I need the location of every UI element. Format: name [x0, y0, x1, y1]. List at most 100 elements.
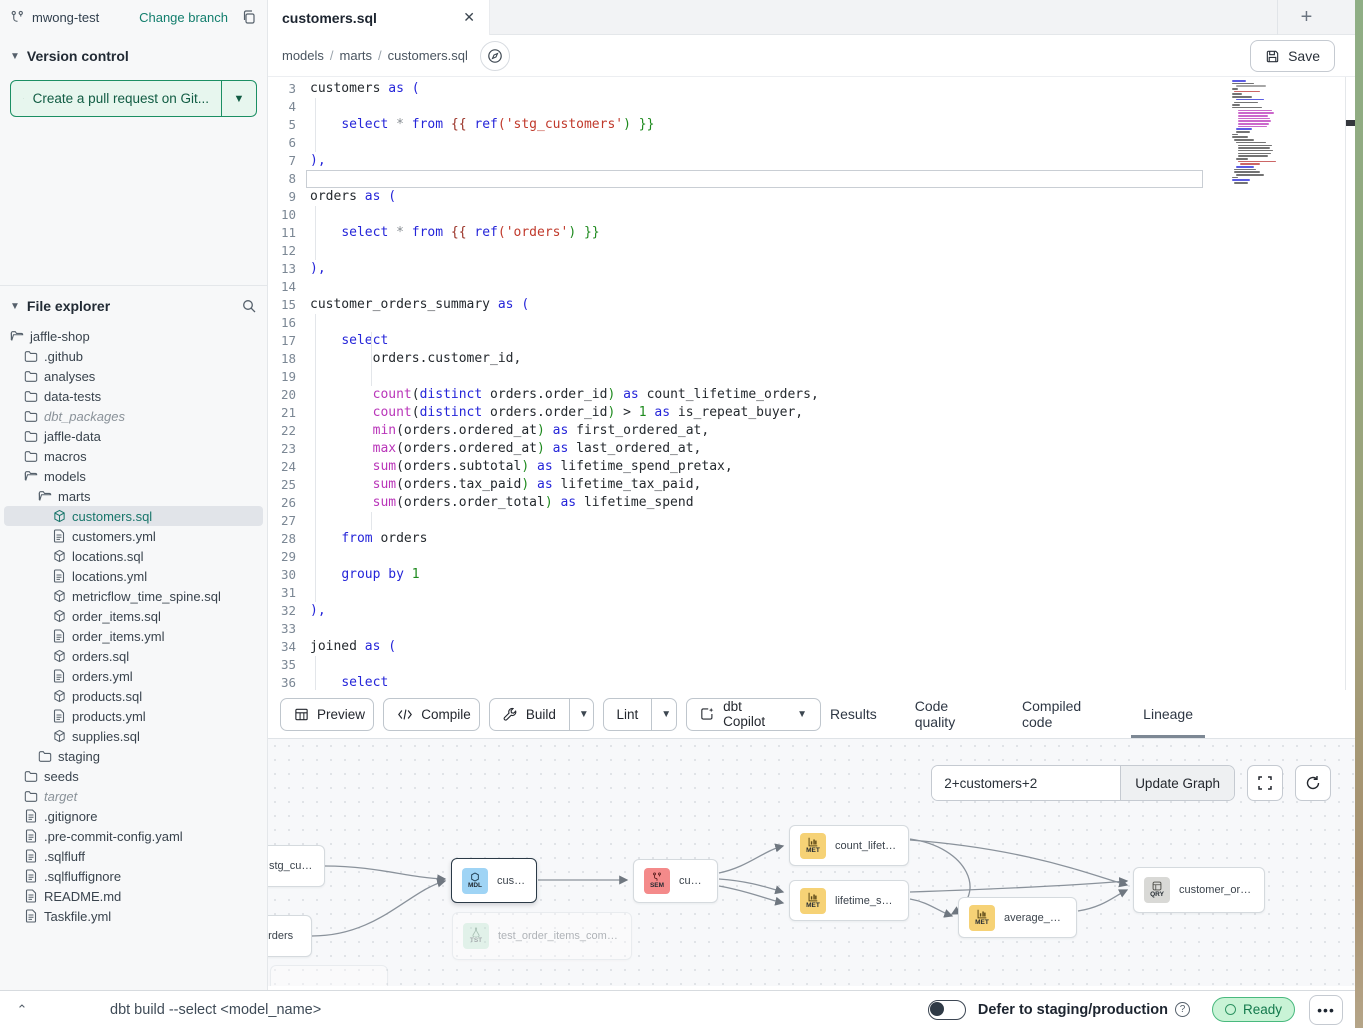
breadcrumb-marts[interactable]: marts — [340, 48, 373, 63]
file-tree-item-locations.yml[interactable]: locations.yml — [4, 566, 263, 586]
code-editor[interactable]: 3customers as (45 select * from {{ ref('… — [268, 77, 1345, 690]
file-tree-item-Taskfile.yml[interactable]: Taskfile.yml — [4, 906, 263, 926]
file-tree-item-.gitignore[interactable]: .gitignore — [4, 806, 263, 826]
file-tree-item-.github[interactable]: .github — [4, 346, 263, 366]
lineage-node-customers_mdl[interactable]: MDLcustomers — [451, 858, 537, 903]
lineage-node-lifetime_spend_pretax[interactable]: METlifetime_spend_pretax — [789, 880, 909, 921]
tab-lineage[interactable]: Lineage — [1143, 690, 1193, 738]
close-icon[interactable]: ✕ — [463, 9, 475, 26]
lint-button[interactable]: Lint ▼ — [603, 698, 678, 731]
code-line-22[interactable]: 22 min(orders.ordered_at) as first_order… — [268, 422, 1345, 440]
file-tree-item-dbt_project.yml[interactable]: dbt_project.yml — [4, 926, 263, 928]
file-tree-item-locations.sql[interactable]: locations.sql — [4, 546, 263, 566]
code-line-16[interactable]: 16 — [268, 314, 1345, 332]
code-line-18[interactable]: 18 orders.customer_id, — [268, 350, 1345, 368]
code-line-26[interactable]: 26 sum(orders.order_total) as lifetime_s… — [268, 494, 1345, 512]
editor-minimap[interactable] — [1232, 80, 1312, 185]
file-tree-item-order_items.sql[interactable]: order_items.sql — [4, 606, 263, 626]
code-line-32[interactable]: 32), — [268, 602, 1345, 620]
lineage-node-average_order_value[interactable]: METaverage_order_value — [958, 897, 1077, 938]
file-tree-item-.sqlfluffignore[interactable]: .sqlfluffignore — [4, 866, 263, 886]
collapse-panel-chevron[interactable]: ⌃ — [0, 1002, 44, 1018]
refresh-button[interactable] — [1295, 765, 1331, 801]
code-line-12[interactable]: 12 — [268, 242, 1345, 260]
file-tree-item-.pre-commit-config.yaml[interactable]: .pre-commit-config.yaml — [4, 826, 263, 846]
code-line-5[interactable]: 5 select * from {{ ref('stg_customers') … — [268, 116, 1345, 134]
file-tree-item-supplies.sql[interactable]: supplies.sql — [4, 726, 263, 746]
code-line-19[interactable]: 19 — [268, 368, 1345, 386]
code-line-3[interactable]: 3customers as ( — [268, 80, 1345, 98]
code-line-24[interactable]: 24 sum(orders.subtotal) as lifetime_spen… — [268, 458, 1345, 476]
file-tree-item-marts[interactable]: marts — [4, 486, 263, 506]
command-input[interactable]: dbt build --select <model_name> — [110, 1002, 928, 1018]
fullscreen-button[interactable] — [1247, 765, 1283, 801]
dbt-copilot-button[interactable]: dbt Copilot ▼ — [686, 698, 821, 731]
file-tree-item-.sqlfluff[interactable]: .sqlfluff — [4, 846, 263, 866]
ide-status-badge[interactable]: Ready — [1212, 997, 1295, 1022]
lint-dropdown-chevron[interactable]: ▼ — [651, 699, 677, 730]
lineage-node-faded_corner[interactable] — [270, 965, 388, 986]
code-line-13[interactable]: 13), — [268, 260, 1345, 278]
code-line-25[interactable]: 25 sum(orders.tax_paid) as lifetime_tax_… — [268, 476, 1345, 494]
lineage-node-test_node[interactable]: TSTtest_order_items_compute_to_bools... — [452, 912, 632, 960]
code-line-21[interactable]: 21 count(distinct orders.order_id) > 1 a… — [268, 404, 1345, 422]
lineage-node-customer_order_metrics[interactable]: QRYcustomer_order_metrics — [1133, 867, 1265, 913]
lineage-panel[interactable]: MDLstg_customers MDLorders MDLcustomers TST… — [268, 739, 1355, 986]
build-dropdown-chevron[interactable]: ▼ — [569, 699, 594, 730]
explore-lineage-button[interactable] — [480, 41, 510, 71]
code-line-30[interactable]: 30 group by 1 — [268, 566, 1345, 584]
lineage-node-stg_customers[interactable]: MDLstg_customers — [268, 845, 325, 887]
code-line-9[interactable]: 9orders as ( — [268, 188, 1345, 206]
code-line-8[interactable]: 8 — [268, 170, 1345, 188]
code-line-34[interactable]: 34joined as ( — [268, 638, 1345, 656]
tab-code-quality[interactable]: Code quality — [915, 690, 984, 738]
breadcrumb-models[interactable]: models — [282, 48, 324, 63]
file-tree-item-data-tests[interactable]: data-tests — [4, 386, 263, 406]
tab-results[interactable]: Results — [830, 690, 877, 738]
code-line-27[interactable]: 27 — [268, 512, 1345, 530]
file-tree-item-README.md[interactable]: README.md — [4, 886, 263, 906]
lineage-selector-input[interactable] — [932, 766, 1120, 800]
breadcrumb-file[interactable]: customers.sql — [388, 48, 468, 63]
code-line-20[interactable]: 20 count(distinct orders.order_id) as co… — [268, 386, 1345, 404]
tab-customers-sql[interactable]: customers.sql ✕ — [268, 0, 490, 35]
file-tree-item-staging[interactable]: staging — [4, 746, 263, 766]
file-tree-item-products.sql[interactable]: products.sql — [4, 686, 263, 706]
save-button[interactable]: Save — [1250, 40, 1335, 72]
more-options-button[interactable]: ••• — [1309, 995, 1343, 1025]
code-line-33[interactable]: 33 — [268, 620, 1345, 638]
file-tree-item-macros[interactable]: macros — [4, 446, 263, 466]
file-tree-item-jaffle-shop[interactable]: jaffle-shop — [4, 326, 263, 346]
file-tree-item-customers.yml[interactable]: customers.yml — [4, 526, 263, 546]
change-branch-link[interactable]: Change branch — [139, 10, 228, 25]
new-tab-button[interactable]: + — [1277, 0, 1335, 35]
code-line-31[interactable]: 31 — [268, 584, 1345, 602]
create-pr-button[interactable]: Create a pull request on Git... ▼ — [10, 80, 257, 117]
version-control-header[interactable]: ▼ Version control — [0, 34, 267, 72]
file-tree-item-products.yml[interactable]: products.yml — [4, 706, 263, 726]
file-tree-item-analyses[interactable]: analyses — [4, 366, 263, 386]
file-tree-item-target[interactable]: target — [4, 786, 263, 806]
file-tree-item-metricflow_time_spine.sql[interactable]: metricflow_time_spine.sql — [4, 586, 263, 606]
file-tree-item-order_items.yml[interactable]: order_items.yml — [4, 626, 263, 646]
file-tree-item-seeds[interactable]: seeds — [4, 766, 263, 786]
code-line-15[interactable]: 15customer_orders_summary as ( — [268, 296, 1345, 314]
pr-dropdown-chevron[interactable]: ▼ — [222, 81, 256, 116]
code-line-6[interactable]: 6 — [268, 134, 1345, 152]
editor-scrollbar[interactable] — [1345, 77, 1355, 690]
lineage-node-orders_src[interactable]: MDLorders — [268, 915, 312, 957]
file-tree-item-orders.yml[interactable]: orders.yml — [4, 666, 263, 686]
code-line-35[interactable]: 35 — [268, 656, 1345, 674]
defer-toggle[interactable] — [928, 1000, 966, 1020]
file-explorer-header[interactable]: ▼ File explorer — [0, 285, 267, 320]
compile-button[interactable]: Compile — [383, 698, 480, 731]
file-tree-item-jaffle-data[interactable]: jaffle-data — [4, 426, 263, 446]
lineage-node-count_lifetime_orders[interactable]: METcount_lifetime_orders — [789, 825, 909, 866]
file-tree-item-models[interactable]: models — [4, 466, 263, 486]
search-icon[interactable] — [241, 298, 257, 314]
code-line-10[interactable]: 10 — [268, 206, 1345, 224]
code-line-36[interactable]: 36 select — [268, 674, 1345, 690]
file-tree-item-customers.sql[interactable]: customers.sql — [4, 506, 263, 526]
code-line-11[interactable]: 11 select * from {{ ref('orders') }} — [268, 224, 1345, 242]
preview-button[interactable]: Preview — [280, 698, 374, 731]
